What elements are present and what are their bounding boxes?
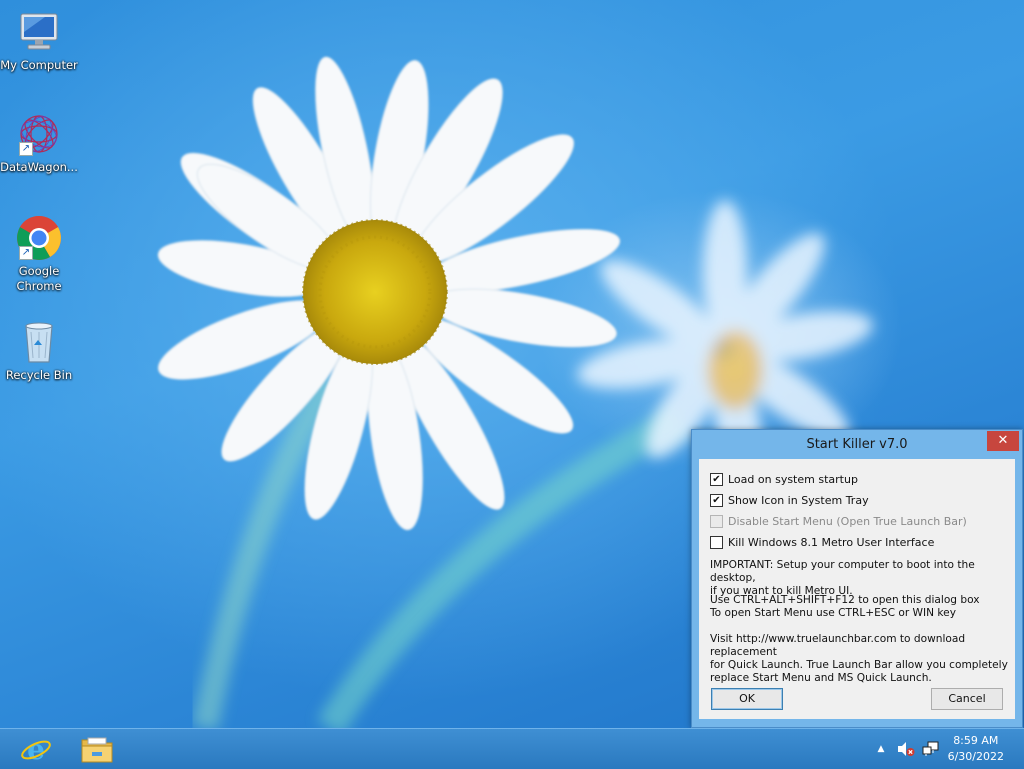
shortcut-arrow-icon: ↗ xyxy=(19,246,33,260)
close-button[interactable]: ✕ xyxy=(987,431,1019,451)
checkbox-disable-start-menu: Disable Start Menu (Open True Launch Bar… xyxy=(710,513,967,529)
checkbox-box[interactable]: ✔ xyxy=(710,493,723,507)
volume-button[interactable] xyxy=(896,729,916,769)
dialog-client-area: ✔ Load on system startup ✔ Show Icon in … xyxy=(699,459,1015,719)
checkbox-label: Show Icon in System Tray xyxy=(728,493,869,507)
desktop-icon-datawagon[interactable]: ↗ DataWagon... xyxy=(0,110,78,175)
desktop-icon-label: DataWagon... xyxy=(0,160,78,174)
checkbox-kill-metro-ui[interactable]: Kill Windows 8.1 Metro User Interface xyxy=(710,534,934,550)
checkbox-load-on-startup[interactable]: ✔ Load on system startup xyxy=(710,471,858,487)
checkbox-box[interactable]: ✔ xyxy=(710,472,723,486)
shortcut-note: Use CTRL+ALT+SHIFT+F12 to open this dial… xyxy=(710,594,980,619)
checkbox-show-tray-icon[interactable]: ✔ Show Icon in System Tray xyxy=(710,492,869,508)
show-hidden-icons-button[interactable]: ▲ xyxy=(874,729,888,769)
computer-icon xyxy=(15,8,63,56)
desktop-icon-label: Recycle Bin xyxy=(5,368,73,382)
shortcut-arrow-icon: ↗ xyxy=(19,142,33,156)
recycle-bin-icon xyxy=(15,318,63,366)
cancel-button[interactable]: Cancel xyxy=(931,688,1003,710)
clock-date: 6/30/2022 xyxy=(947,750,1004,763)
speaker-muted-icon xyxy=(898,742,915,756)
datawagon-icon: ↗ xyxy=(15,110,63,158)
taskbar-internet-explorer[interactable]: e xyxy=(14,731,58,767)
network-icon xyxy=(922,741,939,756)
taskbar-clock[interactable]: 8:59 AM 6/30/2022 xyxy=(948,733,1004,765)
clock-time: 8:59 AM xyxy=(953,734,999,747)
desktop-icon-recycle-bin[interactable]: Recycle Bin xyxy=(0,318,78,383)
desktop-icon-google-chrome[interactable]: ↗ Google Chrome xyxy=(0,214,78,294)
dialog-title: Start Killer v7.0 xyxy=(806,437,908,452)
desktop-icon-my-computer[interactable]: My Computer xyxy=(0,8,78,73)
file-explorer-icon xyxy=(81,737,113,763)
desktop[interactable]: My Computer ↗ DataWagon... ↗ Google Chro… xyxy=(0,0,1024,728)
checkbox-label: Load on system startup xyxy=(728,472,858,486)
dialog-titlebar[interactable]: Start Killer v7.0 ✕ xyxy=(692,430,1022,460)
checkbox-label: Kill Windows 8.1 Metro User Interface xyxy=(728,535,935,549)
visit-note: Visit http://www.truelaunchbar.com to do… xyxy=(710,633,1008,684)
checkbox-label: Disable Start Menu (Open True Launch Bar… xyxy=(728,514,967,528)
desktop-icon-label: My Computer xyxy=(0,58,78,72)
checkbox-box[interactable] xyxy=(710,535,723,549)
chrome-icon: ↗ xyxy=(15,214,63,262)
close-icon: ✕ xyxy=(997,433,1009,448)
start-killer-dialog[interactable]: Start Killer v7.0 ✕ ✔ Load on system sta… xyxy=(691,429,1023,728)
internet-explorer-icon: e xyxy=(21,733,51,765)
important-note: IMPORTANT: Setup your computer to boot i… xyxy=(710,559,975,597)
desktop-icon-label: Google Chrome xyxy=(16,264,62,293)
taskbar: e ▲ 8:59 AM 6/30/2022 xyxy=(0,728,1024,769)
checkbox-box xyxy=(710,514,723,528)
network-button[interactable] xyxy=(920,729,942,769)
ok-button[interactable]: OK xyxy=(711,688,783,710)
svg-text:e: e xyxy=(27,733,45,765)
taskbar-file-explorer[interactable] xyxy=(75,731,119,767)
